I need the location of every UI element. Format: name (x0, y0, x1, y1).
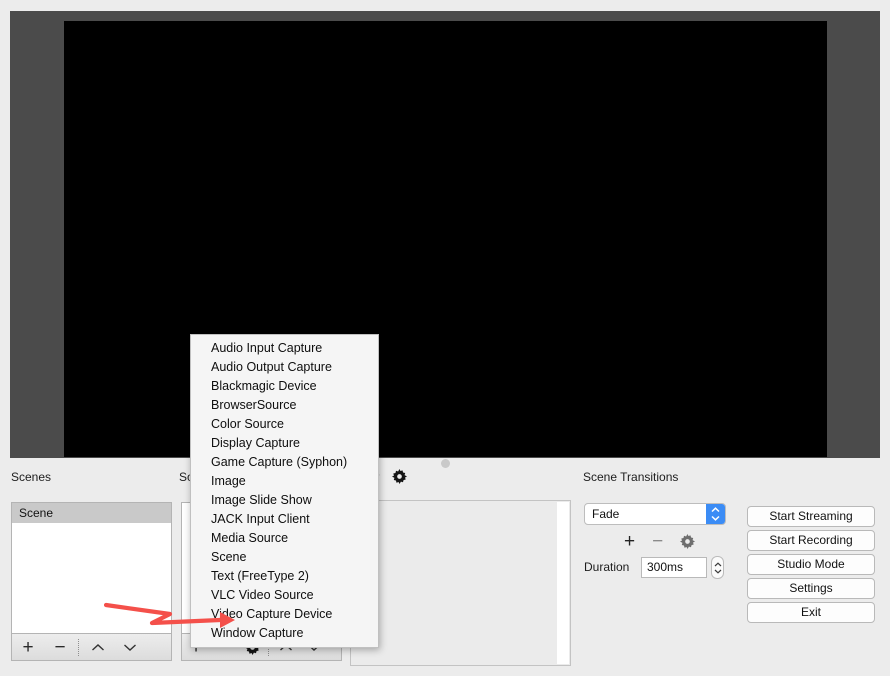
chevron-down-icon (124, 643, 136, 651)
menu-item-image-slide-show[interactable]: Image Slide Show (191, 491, 378, 510)
mixer-gear-icon[interactable] (392, 469, 407, 484)
toolbar-separator (78, 638, 80, 656)
menu-item-audio-input-capture[interactable]: Audio Input Capture (191, 339, 378, 358)
chevron-up-icon (92, 643, 104, 651)
chevron-down-icon (711, 515, 720, 521)
mixer-panel (350, 500, 571, 666)
menu-item-scene[interactable]: Scene (191, 548, 378, 567)
list-item[interactable]: Scene (12, 503, 171, 523)
menu-item-video-capture-device[interactable]: Video Capture Device (191, 605, 378, 624)
menu-item-audio-output-capture[interactable]: Audio Output Capture (191, 358, 378, 377)
chevron-up-icon (714, 561, 721, 566)
duration-input[interactable]: 300ms (641, 557, 707, 578)
transition-select[interactable]: Fade (584, 503, 726, 525)
menu-item-browsersource[interactable]: BrowserSource (191, 396, 378, 415)
menu-item-media-source[interactable]: Media Source (191, 529, 378, 548)
plus-icon: + (22, 636, 34, 658)
duration-stepper[interactable] (711, 556, 724, 579)
chevron-down-icon (714, 569, 721, 574)
menu-item-color-source[interactable]: Color Source (191, 415, 378, 434)
preview-canvas[interactable] (64, 21, 827, 457)
menu-item-text-freetype-2[interactable]: Text (FreeType 2) (191, 567, 378, 586)
start-recording-button[interactable]: Start Recording (747, 530, 875, 551)
scenes-toolbar: + − (11, 634, 172, 661)
transition-buttons: + − (624, 530, 734, 552)
scenes-panel-title: Scenes (11, 470, 52, 484)
start-streaming-button[interactable]: Start Streaming (747, 506, 875, 527)
menu-item-image[interactable]: Image (191, 472, 378, 491)
scenes-list[interactable]: Scene (11, 502, 172, 634)
minus-icon: − (652, 530, 664, 552)
mixer-scrollbar[interactable] (557, 502, 569, 664)
remove-transition-button[interactable]: − (652, 532, 663, 551)
gear-icon (680, 533, 696, 549)
settings-button[interactable]: Settings (747, 578, 875, 599)
duration-label: Duration (584, 560, 630, 574)
menu-item-game-capture-syphon[interactable]: Game Capture (Syphon) (191, 453, 378, 472)
remove-scene-button[interactable]: − (44, 634, 76, 660)
chevron-up-icon (711, 507, 720, 513)
transition-select-stepper[interactable] (706, 504, 725, 524)
menu-item-vlc-video-source[interactable]: VLC Video Source (191, 586, 378, 605)
studio-mode-button[interactable]: Studio Mode (747, 554, 875, 575)
obs-main-window: Scenes Scene + − Sources + − (0, 0, 890, 676)
menu-item-jack-input-client[interactable]: JACK Input Client (191, 510, 378, 529)
panel-splitter-handle[interactable] (441, 459, 450, 468)
gear-icon (392, 469, 407, 484)
add-scene-button[interactable]: + (12, 634, 44, 660)
move-scene-up-button[interactable] (82, 634, 114, 660)
plus-icon: + (624, 530, 636, 552)
menu-item-display-capture[interactable]: Display Capture (191, 434, 378, 453)
menu-item-window-capture[interactable]: Window Capture (191, 624, 378, 643)
add-source-menu[interactable]: Audio Input Capture Audio Output Capture… (190, 334, 379, 648)
menu-item-blackmagic-device[interactable]: Blackmagic Device (191, 377, 378, 396)
exit-button[interactable]: Exit (747, 602, 875, 623)
transition-properties-button[interactable] (680, 533, 696, 549)
add-transition-button[interactable]: + (624, 532, 635, 551)
move-scene-down-button[interactable] (114, 634, 146, 660)
preview-frame (10, 11, 880, 458)
transition-selected-value: Fade (592, 507, 620, 521)
minus-icon: − (54, 636, 66, 658)
scene-transitions-title: Scene Transitions (583, 470, 679, 484)
